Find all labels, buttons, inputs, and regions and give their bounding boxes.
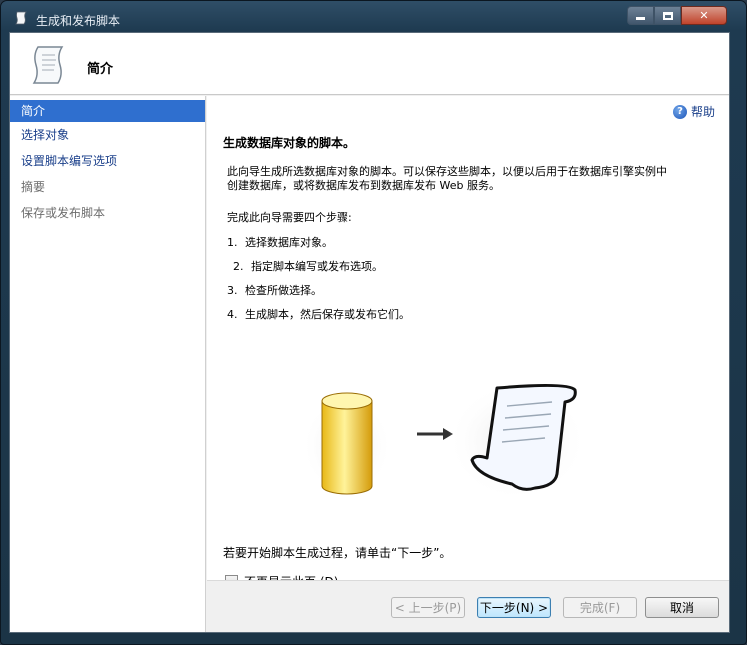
intro-line: 创建数据库，或将数据库发布到数据库发布 Web 服务。 xyxy=(227,179,500,192)
help-label: 帮助 xyxy=(690,105,715,119)
wizard-illustration xyxy=(307,381,587,501)
nav-item-save-or-publish: 保存或发布脚本 xyxy=(21,206,106,220)
maximize-icon xyxy=(662,11,673,20)
nav-item-summary: 摘要 xyxy=(21,180,46,194)
cancel-button[interactable]: 取消 xyxy=(645,597,719,618)
title-bar[interactable]: 生成和发布脚本 ✕ xyxy=(1,1,746,35)
button-bar: < 上一步(P) 下一步(N) > 完成(F) 取消 xyxy=(207,580,729,632)
close-icon: ✕ xyxy=(699,9,709,22)
help-link[interactable]: ? 帮助 xyxy=(672,103,715,120)
caption-buttons: ✕ xyxy=(627,6,727,26)
minimize-icon xyxy=(636,17,645,20)
step-item: 4. 生成脚本，然后保存或发布它们。 xyxy=(227,308,410,321)
nav-item-introduction[interactable]: 简介 xyxy=(10,100,205,122)
window-title: 生成和发布脚本 xyxy=(36,14,121,28)
finish-button[interactable]: 完成(F) xyxy=(563,597,637,618)
intro-text: 此向导生成所选数据库对象的脚本。可以保存这些脚本，以便以后用于在数据库引擎实例中… xyxy=(227,165,717,193)
nav-item-scripting-options[interactable]: 设置脚本编写选项 xyxy=(10,148,205,174)
script-scroll-icon xyxy=(32,46,64,84)
step-item: 1. 选择数据库对象。 xyxy=(227,236,333,249)
script-scroll-icon xyxy=(15,11,27,25)
content-heading: 生成数据库对象的脚本。 xyxy=(223,136,356,150)
content-panel: ? 帮助 生成数据库对象的脚本。 此向导生成所选数据库对象的脚本。可以保存这些脚… xyxy=(207,96,729,589)
database-icon xyxy=(307,392,392,496)
minimize-button[interactable] xyxy=(627,6,654,25)
start-instruction: 若要开始脚本生成过程，请单击“下一步”。 xyxy=(223,546,452,560)
next-button[interactable]: 下一步(N) > xyxy=(477,597,551,618)
step-item: 3. 检查所做选择。 xyxy=(227,284,322,297)
previous-button[interactable]: < 上一步(P) xyxy=(391,597,465,618)
page-title: 简介 xyxy=(87,62,114,77)
script-scroll-icon xyxy=(447,381,587,501)
wizard-nav: 简介 选择对象 设置脚本编写选项 摘要 保存或发布脚本 xyxy=(10,96,206,632)
page-header: 简介 xyxy=(10,33,729,95)
steps-title: 完成此向导需要四个步骤: xyxy=(227,211,352,224)
client-area: 简介 简介 选择对象 设置脚本编写选项 摘要 保存或发布脚本 ? 帮助 生成数据… xyxy=(9,32,730,633)
maximize-button[interactable] xyxy=(654,6,681,25)
close-button[interactable]: ✕ xyxy=(681,6,727,25)
wizard-window: 生成和发布脚本 ✕ 简介 简介 选择对象 设置脚本编写选项 摘要 保存或发布脚本… xyxy=(0,0,747,645)
help-icon: ? xyxy=(672,104,687,119)
intro-line: 此向导生成所选数据库对象的脚本。可以保存这些脚本，以便以后用于在数据库引擎实例中 xyxy=(227,165,667,178)
step-item: 2. 指定脚本编写或发布选项。 xyxy=(233,260,383,273)
nav-item-choose-objects[interactable]: 选择对象 xyxy=(10,122,205,148)
